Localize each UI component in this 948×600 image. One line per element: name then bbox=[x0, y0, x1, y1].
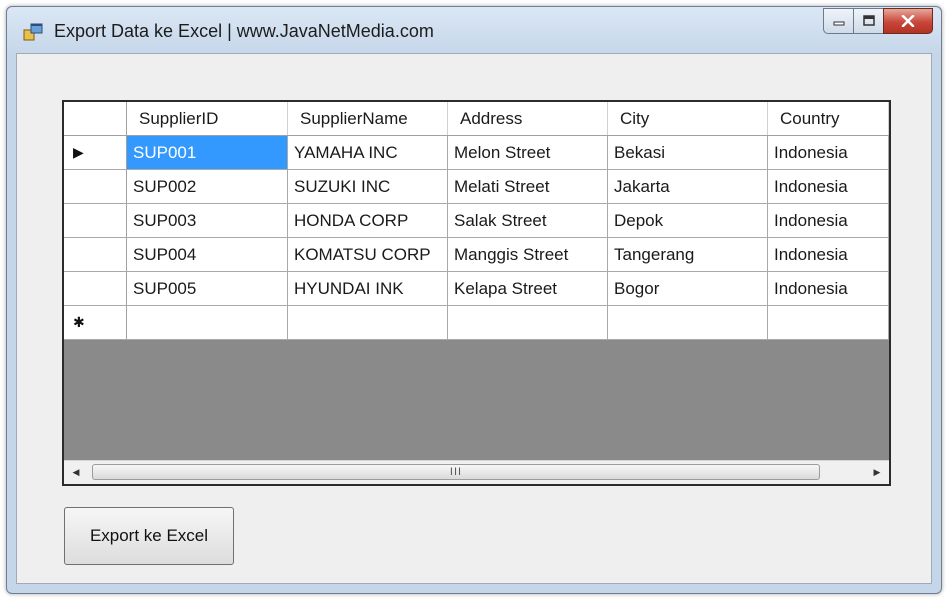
new-row-asterisk-icon[interactable]: ✱ bbox=[64, 306, 127, 339]
winforms-app-icon bbox=[23, 23, 43, 41]
window-title: Export Data ke Excel | www.JavaNetMedia.… bbox=[54, 21, 434, 41]
table-row[interactable]: SUP002 SUZUKI INC Melati Street Jakarta … bbox=[64, 170, 889, 204]
table-cell[interactable]: Bekasi bbox=[608, 136, 768, 169]
table-cell[interactable]: Indonesia bbox=[768, 136, 889, 169]
table-cell[interactable]: Bogor bbox=[608, 272, 768, 305]
table-cell[interactable]: Indonesia bbox=[768, 204, 889, 237]
table-cell[interactable] bbox=[448, 306, 608, 339]
table-cell[interactable]: Jakarta bbox=[608, 170, 768, 203]
table-cell[interactable]: Melon Street bbox=[448, 136, 608, 169]
table-cell[interactable]: SUP003 bbox=[127, 204, 288, 237]
table-cell[interactable]: SUP004 bbox=[127, 238, 288, 271]
column-header-supplierid[interactable]: SupplierID bbox=[127, 102, 288, 135]
table-cell[interactable] bbox=[608, 306, 768, 339]
top-left-header-cell[interactable] bbox=[64, 102, 127, 135]
grid-header-row: SupplierID SupplierName Address City Cou… bbox=[64, 102, 889, 136]
table-cell[interactable]: Indonesia bbox=[768, 272, 889, 305]
supplier-data-grid[interactable]: SupplierID SupplierName Address City Cou… bbox=[62, 100, 891, 486]
table-cell[interactable]: HONDA CORP bbox=[288, 204, 448, 237]
scroll-left-arrow-icon[interactable]: ◀ bbox=[64, 461, 88, 483]
row-selector[interactable] bbox=[64, 238, 127, 271]
current-row-indicator-icon[interactable]: ▶ bbox=[64, 136, 127, 169]
table-cell[interactable]: Kelapa Street bbox=[448, 272, 608, 305]
table-cell[interactable] bbox=[768, 306, 889, 339]
column-header-address[interactable]: Address bbox=[448, 102, 608, 135]
minimize-button[interactable] bbox=[823, 8, 853, 34]
table-row[interactable]: SUP003 HONDA CORP Salak Street Depok Ind… bbox=[64, 204, 889, 238]
table-cell[interactable]: SUP005 bbox=[127, 272, 288, 305]
table-row[interactable]: SUP005 HYUNDAI INK Kelapa Street Bogor I… bbox=[64, 272, 889, 306]
scroll-right-arrow-icon[interactable]: ▶ bbox=[865, 461, 889, 483]
column-header-country[interactable]: Country bbox=[768, 102, 889, 135]
column-header-city[interactable]: City bbox=[608, 102, 768, 135]
table-cell[interactable]: Melati Street bbox=[448, 170, 608, 203]
table-cell[interactable]: Indonesia bbox=[768, 238, 889, 271]
table-cell[interactable]: SUZUKI INC bbox=[288, 170, 448, 203]
row-selector[interactable] bbox=[64, 272, 127, 305]
table-cell[interactable]: SUP001 bbox=[127, 136, 288, 169]
form-client-area: SupplierID SupplierName Address City Cou… bbox=[16, 53, 932, 584]
column-header-suppliername[interactable]: SupplierName bbox=[288, 102, 448, 135]
maximize-button[interactable] bbox=[853, 8, 883, 34]
close-icon bbox=[901, 15, 915, 27]
caption-buttons bbox=[823, 8, 933, 34]
table-cell[interactable]: SUP002 bbox=[127, 170, 288, 203]
table-row[interactable]: SUP004 KOMATSU CORP Manggis Street Tange… bbox=[64, 238, 889, 272]
grid-rows: ▶ SUP001 YAMAHA INC Melon Street Bekasi … bbox=[64, 136, 889, 340]
table-cell[interactable]: YAMAHA INC bbox=[288, 136, 448, 169]
table-cell[interactable]: Indonesia bbox=[768, 170, 889, 203]
table-cell[interactable]: KOMATSU CORP bbox=[288, 238, 448, 271]
table-cell[interactable]: Tangerang bbox=[608, 238, 768, 271]
title-bar[interactable]: Export Data ke Excel | www.JavaNetMedia.… bbox=[7, 7, 941, 53]
table-cell[interactable] bbox=[127, 306, 288, 339]
main-window: Export Data ke Excel | www.JavaNetMedia.… bbox=[6, 6, 942, 594]
table-cell[interactable]: HYUNDAI INK bbox=[288, 272, 448, 305]
scroll-thumb[interactable]: III bbox=[92, 464, 820, 480]
export-to-excel-button[interactable]: Export ke Excel bbox=[64, 507, 234, 565]
table-row[interactable]: ▶ SUP001 YAMAHA INC Melon Street Bekasi … bbox=[64, 136, 889, 170]
table-cell[interactable]: Manggis Street bbox=[448, 238, 608, 271]
table-cell[interactable]: Depok bbox=[608, 204, 768, 237]
table-cell[interactable]: Salak Street bbox=[448, 204, 608, 237]
minimize-icon bbox=[833, 21, 844, 26]
maximize-icon bbox=[862, 15, 875, 26]
horizontal-scrollbar[interactable]: ◀ III ▶ bbox=[64, 460, 889, 484]
new-row[interactable]: ✱ bbox=[64, 306, 889, 340]
table-cell[interactable] bbox=[288, 306, 448, 339]
close-button[interactable] bbox=[883, 8, 933, 34]
row-selector[interactable] bbox=[64, 170, 127, 203]
row-selector[interactable] bbox=[64, 204, 127, 237]
